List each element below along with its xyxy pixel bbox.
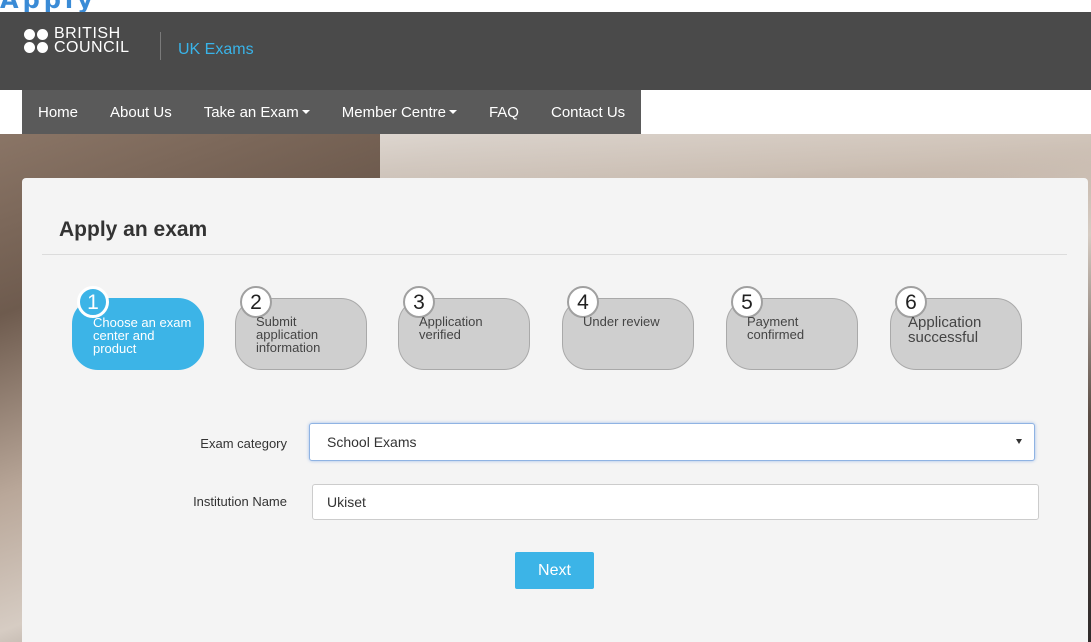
exam-category-label: Exam category — [200, 436, 287, 451]
logo-text: BRITISH COUNCIL — [54, 26, 130, 56]
partial-page-heading: Apply — [0, 0, 97, 12]
step-4-label: Under review — [583, 314, 660, 329]
nav-faq[interactable]: FAQ — [473, 90, 535, 134]
step-1: 1 Choose an exam center and product — [72, 286, 204, 370]
nav-about-us-label: About Us — [110, 103, 172, 121]
nav-take-an-exam[interactable]: Take an Exam — [188, 90, 326, 134]
step-3-label: Application verified — [419, 314, 483, 342]
exam-category-select[interactable]: School Exams — [309, 423, 1035, 461]
page-title: Apply an exam — [59, 218, 208, 241]
nav-home[interactable]: Home — [22, 90, 94, 134]
logo-line-2: COUNCIL — [54, 39, 130, 56]
caret-down-icon — [448, 110, 457, 114]
dropdown-arrow-icon — [1016, 439, 1022, 444]
step-1-number: 1 — [77, 286, 109, 318]
institution-name-input[interactable] — [312, 484, 1039, 520]
step-5: 5 Payment confirmed — [726, 286, 858, 370]
site-header: BRITISH COUNCIL UK Exams Home About Us T… — [0, 12, 1091, 134]
step-2-label: Submit application information — [256, 314, 321, 355]
title-divider — [42, 254, 1067, 255]
nav-faq-label: FAQ — [488, 103, 519, 121]
logo-dots-icon — [24, 29, 48, 53]
exam-category-value: School Exams — [327, 434, 417, 450]
step-6-label: Application successful — [908, 314, 982, 346]
caret-down-icon — [301, 110, 310, 114]
step-2: 2 Submit application information — [235, 286, 367, 370]
step-5-label: Payment confirmed — [747, 314, 805, 342]
nav-member-centre[interactable]: Member Centre — [326, 90, 473, 134]
site-name-link[interactable]: UK Exams — [178, 41, 254, 59]
nav-member-centre-label: Member Centre — [341, 103, 446, 121]
step-6: 6 Application successful — [890, 286, 1022, 370]
logo-divider — [160, 32, 161, 60]
step-1-label: Choose an exam center and product — [93, 315, 192, 356]
nav-home-label: Home — [38, 103, 79, 121]
nav-take-an-exam-label: Take an Exam — [203, 103, 299, 121]
institution-name-label: Institution Name — [193, 494, 287, 509]
british-council-logo[interactable]: BRITISH COUNCIL — [24, 26, 130, 56]
main-navigation: Home About Us Take an Exam Member Centre… — [22, 90, 642, 134]
nav-contact-us[interactable]: Contact Us — [535, 90, 641, 134]
step-4: 4 Under review — [562, 286, 694, 370]
apply-exam-card: Apply an exam 1 Choose an exam center an… — [22, 178, 1088, 642]
nav-about-us[interactable]: About Us — [94, 90, 188, 134]
next-button[interactable]: Next — [515, 552, 594, 589]
top-strip: Apply — [0, 0, 1091, 12]
nav-contact-us-label: Contact Us — [550, 103, 626, 121]
step-3: 3 Application verified — [398, 286, 530, 370]
